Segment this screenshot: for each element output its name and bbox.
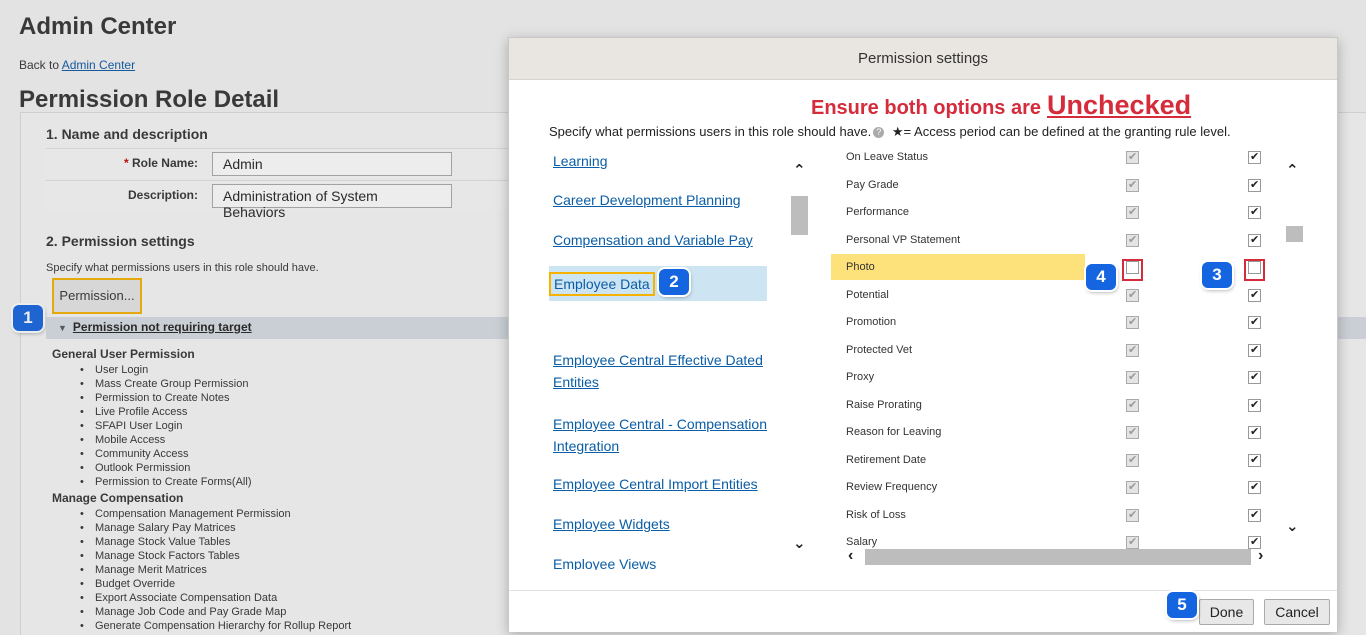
category-item-employee-central-effective-dated-entities[interactable]: Employee Central Effective Dated Entitie… bbox=[549, 349, 769, 393]
permission-checkbox-col2[interactable] bbox=[1248, 315, 1261, 329]
permission-checkbox-col1[interactable] bbox=[1126, 370, 1139, 384]
permission-checkbox-col1[interactable] bbox=[1126, 453, 1139, 467]
permission-checkbox-col2[interactable] bbox=[1248, 233, 1261, 247]
permission-name: On Leave Status bbox=[846, 151, 928, 163]
category-item-employee-widgets[interactable]: Employee Widgets bbox=[549, 513, 769, 535]
permission-name: Review Frequency bbox=[846, 481, 938, 493]
permission-checkbox-col1[interactable] bbox=[1126, 178, 1139, 192]
help-icon[interactable]: ? bbox=[873, 127, 885, 139]
photo-col2-highlight-box bbox=[1244, 259, 1265, 281]
permission-checkbox-col1[interactable] bbox=[1126, 315, 1139, 329]
category-scrollbar-thumb[interactable] bbox=[791, 196, 808, 235]
permission-row: Retirement Date bbox=[831, 447, 1276, 474]
permission-checkbox-col1[interactable] bbox=[1126, 398, 1139, 412]
scroll-right-icon[interactable]: › bbox=[1258, 547, 1263, 565]
permission-settings-dialog: Permission settings Ensure both options … bbox=[508, 37, 1338, 632]
permission-row: Risk of Loss bbox=[831, 502, 1276, 529]
permission-row: Performance bbox=[831, 199, 1276, 226]
permission-row: Review Frequency bbox=[831, 474, 1276, 501]
permission-name: Retirement Date bbox=[846, 453, 927, 466]
scroll-left-icon[interactable]: ‹ bbox=[848, 547, 853, 565]
permission-name: Personal VP Statement bbox=[846, 233, 961, 246]
permission-name: Photo bbox=[846, 261, 875, 273]
dialog-title: Permission settings bbox=[509, 38, 1337, 80]
permission-scrollbar-thumb[interactable] bbox=[1286, 226, 1303, 242]
done-button[interactable]: Done bbox=[1199, 599, 1254, 625]
category-item-compensation-and-variable-pay[interactable]: Compensation and Variable Pay bbox=[549, 229, 769, 251]
permission-row: On Leave Status bbox=[831, 150, 1276, 171]
permission-list: On Leave Status Pay Grade Performance Perso… bbox=[831, 150, 1276, 550]
permission-row: Proxy bbox=[831, 364, 1276, 391]
permission-checkbox-col1[interactable] bbox=[1126, 508, 1139, 522]
category-scroll-down-icon[interactable]: ⌄ bbox=[793, 534, 806, 552]
category-scroll-up-icon[interactable]: ⌃ bbox=[793, 161, 806, 179]
permission-checkbox-col2[interactable] bbox=[1248, 480, 1261, 494]
permission-row: Salary bbox=[831, 529, 1276, 550]
horizontal-scrollbar-thumb[interactable] bbox=[865, 549, 1251, 565]
annotation-ensure-unchecked: Ensure both options are Unchecked bbox=[811, 90, 1192, 120]
permission-row: Reason for Leaving bbox=[831, 419, 1276, 446]
category-item-employee-views[interactable]: Employee Views bbox=[549, 553, 769, 570]
permission-row: Promotion bbox=[831, 309, 1276, 336]
dialog-spec-text: Specify what permissions users in this r… bbox=[549, 124, 1231, 139]
category-item-employee-data[interactable]: Employee Data bbox=[549, 266, 767, 301]
permission-row: Personal VP Statement bbox=[831, 227, 1276, 254]
permission-checkbox-col2[interactable] bbox=[1248, 425, 1261, 439]
permission-checkbox-col2[interactable] bbox=[1248, 343, 1261, 357]
permission-checkbox-col1[interactable] bbox=[1126, 343, 1139, 357]
permission-checkbox-col2[interactable] bbox=[1248, 178, 1261, 192]
permission-checkbox-col1[interactable] bbox=[1126, 150, 1139, 164]
photo-col1-highlight-box bbox=[1122, 259, 1143, 281]
permission-name: Promotion bbox=[846, 316, 897, 328]
permission-checkbox-col2[interactable] bbox=[1248, 288, 1261, 302]
permission-name: Raise Prorating bbox=[846, 398, 922, 411]
category-item-employee-central-import-entities[interactable]: Employee Central Import Entities bbox=[549, 473, 769, 495]
category-list: Learning Career Development Planning Compe… bbox=[549, 150, 771, 570]
permission-checkbox-col2[interactable] bbox=[1248, 370, 1261, 384]
permission-name: Protected Vet bbox=[846, 343, 913, 356]
permission-checkbox-col1[interactable] bbox=[1126, 288, 1139, 302]
step-badge-4: 4 bbox=[1086, 264, 1116, 290]
step-badge-5: 5 bbox=[1167, 592, 1197, 618]
permission-checkbox-col1[interactable] bbox=[1126, 480, 1139, 494]
permission-checkbox-col2[interactable] bbox=[1248, 453, 1261, 467]
category-item-employee-central-compensation-integration[interactable]: Employee Central - Compensation Integrat… bbox=[549, 413, 769, 457]
permission-row: Raise Prorating bbox=[831, 392, 1276, 419]
step-badge-3: 3 bbox=[1202, 262, 1232, 288]
category-item-career-development-planning[interactable]: Career Development Planning bbox=[549, 189, 769, 211]
permission-checkbox-col1[interactable] bbox=[1126, 205, 1139, 219]
category-item-learning[interactable]: Learning bbox=[549, 150, 769, 172]
dialog-footer: Done Cancel bbox=[509, 590, 1337, 632]
permission-name: Performance bbox=[846, 206, 909, 218]
permission-checkbox-col2[interactable] bbox=[1248, 205, 1261, 219]
permission-name: Risk of Loss bbox=[846, 508, 906, 521]
step-badge-2: 2 bbox=[659, 269, 689, 295]
permission-name: Reason for Leaving bbox=[846, 426, 942, 438]
permission-row: Pay Grade bbox=[831, 172, 1276, 199]
permission-name: Potential bbox=[846, 288, 889, 301]
permission-checkbox-col1[interactable] bbox=[1126, 535, 1139, 549]
permission-checkbox-col2[interactable] bbox=[1248, 150, 1261, 164]
permission-name: Proxy bbox=[846, 371, 875, 383]
permission-scroll-down-icon[interactable]: ⌄ bbox=[1286, 517, 1299, 535]
permission-scroll-up-icon[interactable]: ⌃ bbox=[1286, 161, 1299, 179]
permission-checkbox-col1[interactable] bbox=[1126, 233, 1139, 247]
permission-name: Pay Grade bbox=[846, 178, 899, 191]
cancel-button[interactable]: Cancel bbox=[1264, 599, 1330, 625]
permission-checkbox-col2[interactable] bbox=[1248, 398, 1261, 412]
permission-checkbox-col2[interactable] bbox=[1248, 508, 1261, 522]
permission-checkbox-col1[interactable] bbox=[1126, 425, 1139, 439]
permission-row: Protected Vet bbox=[831, 337, 1276, 364]
